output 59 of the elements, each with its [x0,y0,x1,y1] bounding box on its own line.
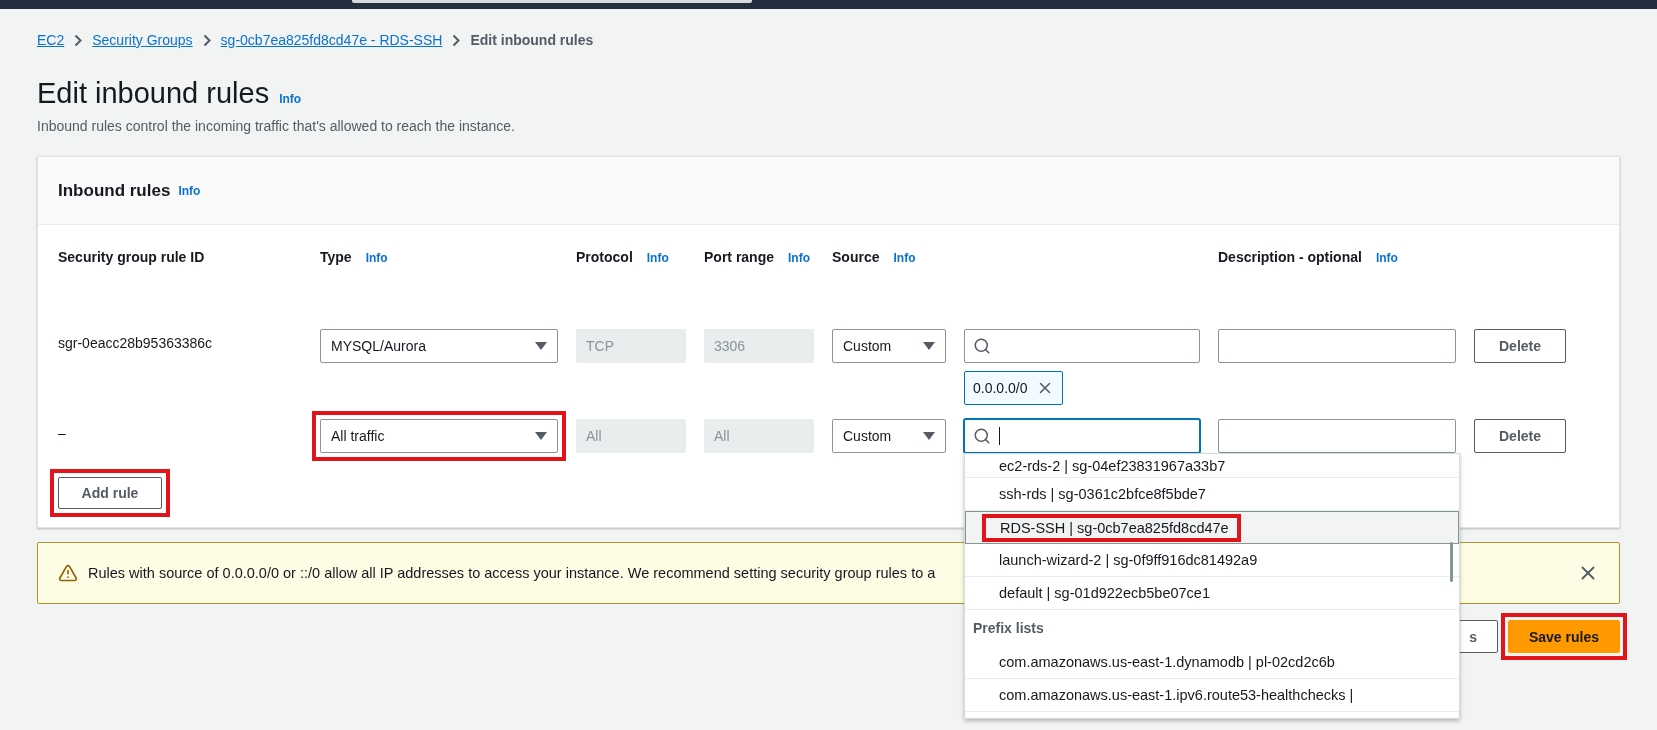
column-header: Port range [704,249,774,265]
breadcrumb-link[interactable]: sg-0cb7ea825fd8cd47e - RDS-SSH [220,32,443,48]
delete-button[interactable]: Delete [1474,419,1566,453]
rule-id: sgr-0eacc28b95363386c [58,334,214,351]
chevron-right-icon [202,33,211,47]
delete-button[interactable]: Delete [1474,329,1566,363]
protocol-field: All [576,419,686,453]
add-rule-button[interactable]: Add rule [58,477,162,509]
caret-icon [535,342,547,350]
menu-option[interactable]: RDS-SSH | sg-0cb7ea825fd8cd47e [965,511,1459,544]
column-header: Security group rule ID [58,249,205,265]
protocol-field: TCP [576,329,686,363]
info-link[interactable]: Info [788,251,810,265]
page-description: Inbound rules control the incoming traffic that's allowed to reach the instance. [37,118,516,134]
caret-icon [923,342,935,350]
info-link[interactable]: Info [1375,251,1398,265]
type-select[interactable]: MYSQL/Aurora [320,329,558,363]
page-title: Edit inbound rules [37,77,270,110]
info-link[interactable]: Info [365,251,388,265]
chevron-right-icon [74,33,83,47]
column-header: Protocol [576,249,633,265]
menu-option[interactable]: com.amazonaws.us-east-1.dynamodb | pl-02cd2c6b [965,646,1459,679]
menu-option[interactable]: ec2-rds-2 | sg-04ef23831967a33b7 [965,454,1459,478]
search-icon [973,427,991,445]
breadcrumb-current: Edit inbound rules [470,32,594,48]
menu-group-label: Prefix lists [972,619,1045,638]
description-field[interactable] [1218,419,1456,453]
menu-option[interactable]: com.amazonaws.us-east-1.ipv6.route53-healthchecks | [965,679,1459,712]
info-link[interactable]: Info [279,92,302,106]
text-cursor [999,427,1000,445]
save-button[interactable]: Save rules [1507,620,1620,653]
source-select[interactable]: Custom [832,419,946,453]
rule-id: – [58,424,67,441]
port-range-field: All [704,419,814,453]
source-search-field[interactable] [964,329,1200,363]
info-link[interactable]: Info [646,251,669,265]
warning-icon [58,563,78,583]
source-select[interactable]: Custom [832,329,946,363]
chevron-right-icon [452,33,461,47]
panel-title: Inbound rules [58,180,171,201]
warning-text: Rules with source of 0.0.0.0/0 or ::/0 allow all IP addresses to access your instance. We recommend setting security group rules to a [88,565,937,581]
info-link[interactable]: Info [893,251,916,265]
menu-option[interactable]: default | sg-01d922ecb5be07ce1 [965,577,1459,610]
column-header: Source [832,249,880,265]
column-header: Type [320,249,352,265]
source-tag: 0.0.0.0/0 [964,371,1063,405]
search-field[interactable] [352,0,752,3]
breadcrumb-link[interactable]: Security Groups [92,32,193,48]
scrollbar-thumb[interactable] [1450,542,1453,582]
column-header: Description - optional [1218,249,1362,265]
search-icon [973,337,991,355]
caret-icon [535,432,547,440]
source-search-field[interactable] [964,419,1200,453]
breadcrumb-link[interactable]: EC2 [37,32,65,48]
info-link[interactable]: Info [178,183,201,198]
port-range-field: 3306 [704,329,814,363]
caret-icon [923,432,935,440]
type-select[interactable]: All traffic [320,419,558,453]
description-field[interactable] [1218,329,1456,363]
